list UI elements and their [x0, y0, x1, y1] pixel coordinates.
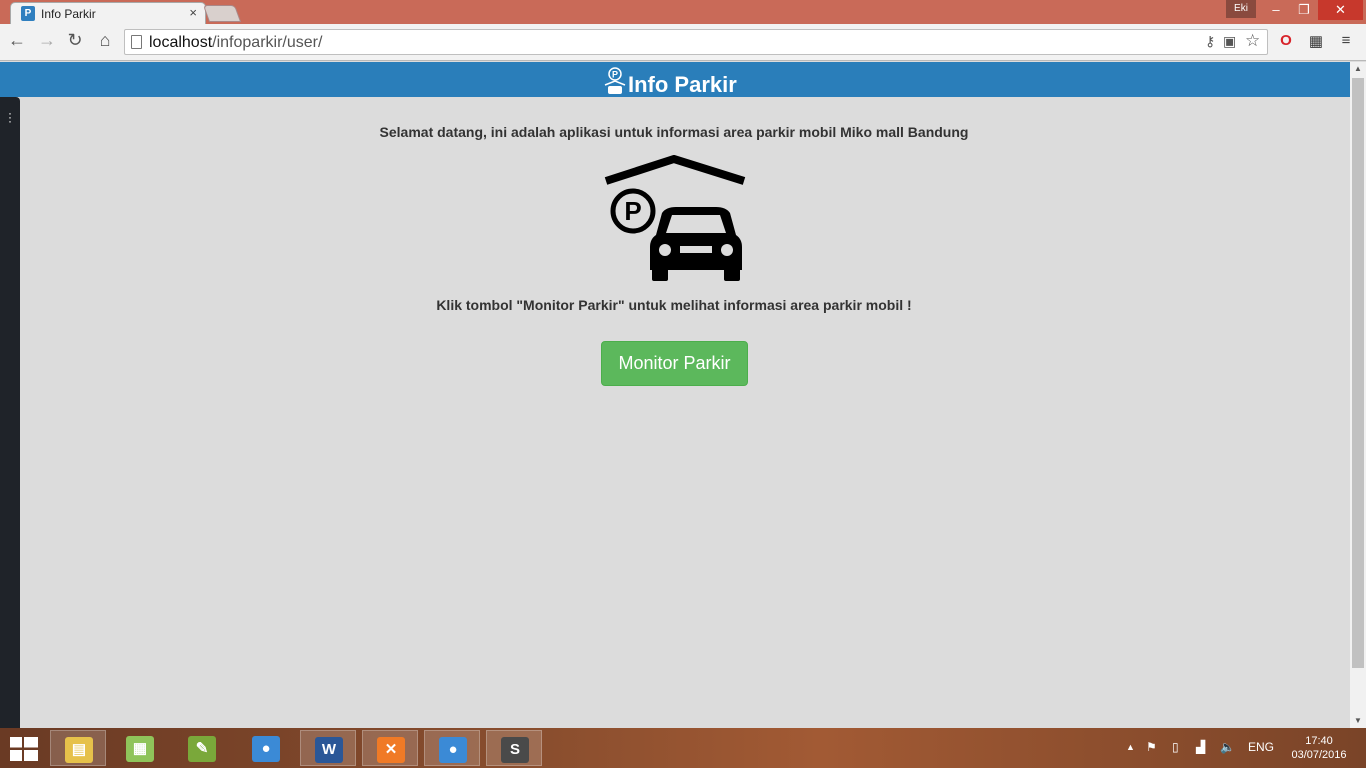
- home-icon[interactable]: ⌂: [94, 30, 116, 51]
- sublime-text-icon: S: [501, 737, 529, 763]
- taskbar-app-button[interactable]: ●: [424, 730, 480, 766]
- network-icon[interactable]: ▟: [1196, 740, 1205, 754]
- svg-text:P: P: [624, 196, 641, 226]
- dock-menu-icon[interactable]: · · ·: [8, 107, 12, 127]
- word-icon: W: [315, 737, 343, 763]
- url-host: localhost: [149, 34, 213, 51]
- parking-house-icon: P: [604, 67, 626, 94]
- sticky-notes-icon: ▦: [126, 736, 154, 762]
- clock-date: 03/07/2016: [1291, 749, 1347, 761]
- volume-icon[interactable]: 🔈: [1220, 740, 1235, 754]
- qr-code-icon[interactable]: ▦: [1306, 32, 1326, 52]
- opera-extension-icon[interactable]: O: [1276, 32, 1296, 52]
- key-icon[interactable]: ⚷: [1205, 33, 1215, 50]
- svg-text:P: P: [612, 70, 618, 80]
- windows-taskbar: ▤ ▦ ✎ ● W ✕ ● S ▲ ⚑ ▯ ▟ 🔈 ENG 17:40 03/07/2016: [0, 728, 1366, 768]
- taskbar-app-button[interactable]: ✕: [362, 730, 418, 766]
- back-arrow-icon[interactable]: ←: [6, 30, 28, 51]
- instruction-text: Klik tombol "Monitor Parkir" untuk melih…: [436, 297, 912, 313]
- new-tab-button[interactable]: [202, 5, 242, 22]
- taskbar-app-button[interactable]: ●: [238, 730, 294, 766]
- tab-favicon-icon: P: [21, 6, 35, 21]
- tray-expand-icon[interactable]: ▲: [1126, 742, 1135, 752]
- monitor-parkir-button[interactable]: Monitor Parkir: [601, 341, 748, 386]
- notepad-plus-icon: ✎: [188, 736, 216, 762]
- chrome-active-icon: ●: [439, 737, 467, 763]
- taskbar-app-button[interactable]: ▦: [112, 730, 168, 766]
- clock-time: 17:40: [1305, 735, 1333, 747]
- window-maximize-button[interactable]: ❐: [1290, 0, 1318, 20]
- side-dock: · · ·: [0, 97, 20, 728]
- main-content: Selamat datang, ini adalah aplikasi untu…: [20, 97, 1350, 728]
- chrome-icon: ●: [252, 736, 280, 762]
- scroll-up-icon[interactable]: ▲: [1350, 62, 1366, 76]
- system-clock[interactable]: 17:40 03/07/2016: [1284, 734, 1354, 762]
- taskbar-app-button[interactable]: ▤: [50, 730, 106, 766]
- taskbar-app-button[interactable]: ✎: [174, 730, 230, 766]
- tab-close-icon[interactable]: ×: [189, 5, 197, 20]
- address-bar[interactable]: localhost/infoparkir/user/ ⚷ ▣ ☆: [124, 29, 1268, 55]
- window-minimize-button[interactable]: –: [1262, 0, 1290, 20]
- page-info-icon[interactable]: [131, 35, 142, 49]
- taskbar-app-button[interactable]: W: [300, 730, 356, 766]
- url-text[interactable]: localhost/infoparkir/user/: [149, 34, 322, 52]
- url-path: /infoparkir/user/: [212, 34, 323, 51]
- brand-title: Info Parkir: [628, 72, 737, 97]
- page-scrollbar[interactable]: ▲ ▼: [1350, 62, 1366, 728]
- forward-arrow-icon[interactable]: →: [36, 30, 58, 51]
- bookmark-star-icon[interactable]: ☆: [1245, 31, 1260, 51]
- window-close-button[interactable]: ✕: [1318, 0, 1363, 20]
- battery-icon[interactable]: ▯: [1172, 740, 1179, 754]
- scroll-down-icon[interactable]: ▼: [1350, 714, 1366, 728]
- taskbar-app-button[interactable]: S: [486, 730, 542, 766]
- xampp-icon: ✕: [377, 737, 405, 763]
- profile-badge[interactable]: Eki: [1226, 0, 1256, 18]
- browser-toolbar: ← → ↻ ⌂ localhost/infoparkir/user/ ⚷ ▣ ☆…: [0, 24, 1366, 61]
- browser-titlebar: P Info Parkir × Eki – ❐ ✕: [0, 0, 1366, 24]
- action-center-icon[interactable]: ⚑: [1146, 740, 1157, 754]
- translate-icon[interactable]: ▣: [1223, 33, 1236, 50]
- input-language[interactable]: ENG: [1248, 740, 1274, 754]
- scrollbar-thumb[interactable]: [1352, 78, 1364, 668]
- windows-start-icon[interactable]: [10, 737, 38, 761]
- app-header: P Info Parkir: [0, 62, 1350, 97]
- tab-title: Info Parkir: [41, 7, 96, 21]
- welcome-text: Selamat datang, ini adalah aplikasi untu…: [379, 124, 969, 140]
- reload-icon[interactable]: ↻: [64, 30, 86, 51]
- menu-icon[interactable]: ≡: [1336, 32, 1356, 52]
- browser-tab-active[interactable]: P Info Parkir ×: [10, 2, 206, 24]
- parking-garage-logo: P: [604, 155, 746, 281]
- file-explorer-icon: ▤: [65, 737, 93, 763]
